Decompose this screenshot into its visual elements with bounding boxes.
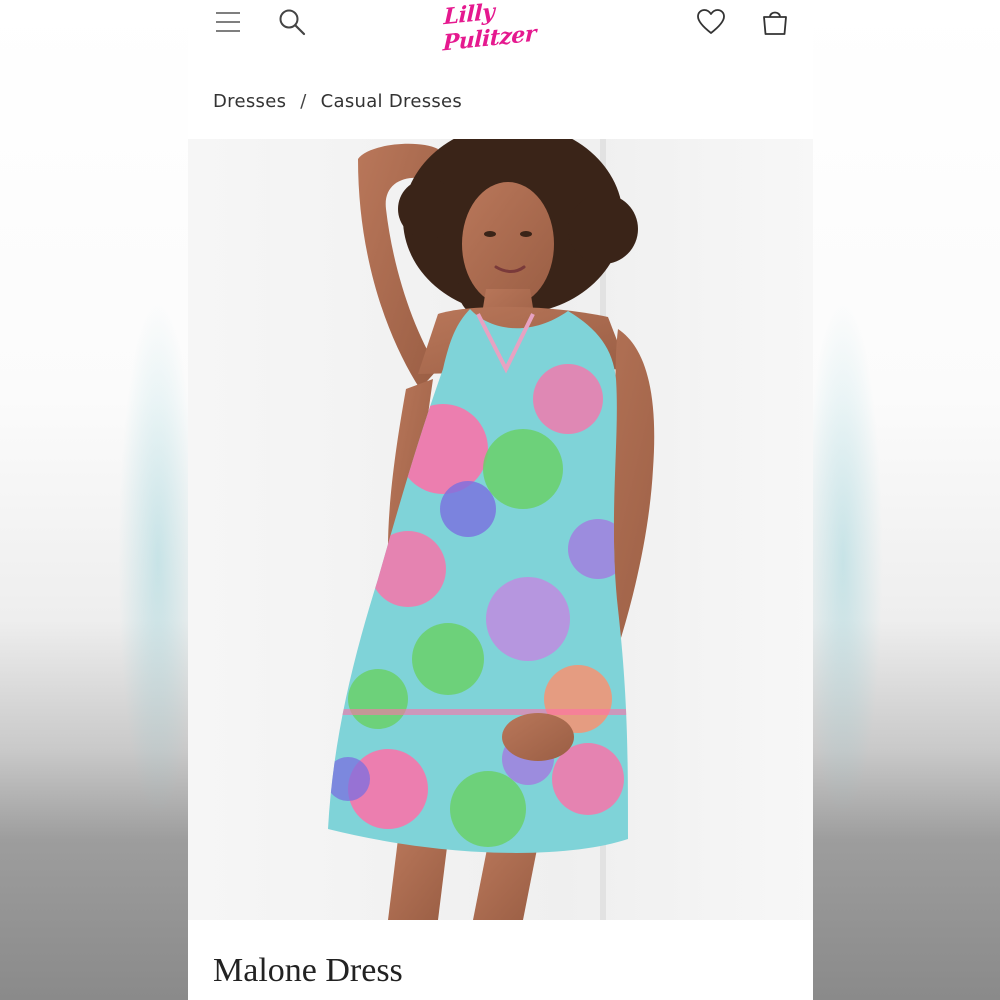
brand-logo-text: Lilly Pulitzer (442, 0, 537, 57)
hamburger-menu-icon[interactable] (210, 4, 246, 40)
right-backdrop (803, 0, 1000, 1000)
breadcrumb-item-dresses[interactable]: Dresses (213, 91, 286, 112)
heart-icon[interactable] (693, 4, 729, 40)
left-backdrop (0, 0, 198, 1000)
brand-logo[interactable]: Lilly Pulitzer (442, 0, 563, 57)
breadcrumb-item-casual-dresses[interactable]: Casual Dresses (321, 91, 463, 112)
shopping-bag-icon[interactable] (757, 4, 793, 40)
search-icon[interactable] (274, 4, 310, 40)
product-photo (188, 139, 813, 920)
breadcrumb: Dresses / Casual Dresses (213, 88, 462, 114)
site-header: Lilly Pulitzer (188, 0, 813, 57)
breadcrumb-separator: / (300, 90, 307, 112)
product-page: Lilly Pulitzer Dresses / Casual Dresses (188, 0, 813, 1000)
product-title: Malone Dress (213, 952, 403, 989)
product-image[interactable] (188, 139, 813, 920)
